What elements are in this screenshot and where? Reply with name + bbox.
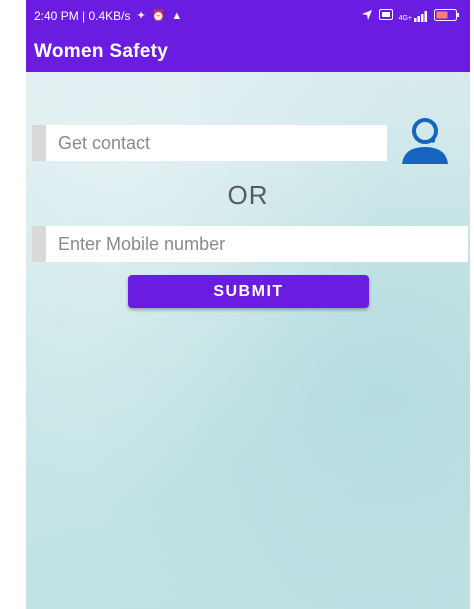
app-title: Women Safety — [34, 41, 169, 62]
sim-icon — [378, 9, 393, 23]
notification-icon: ▲ — [171, 9, 183, 22]
4g-signal-icon: 4G+ — [398, 10, 428, 22]
contact-person-icon[interactable] — [392, 116, 458, 164]
app-bar: Women Safety — [26, 32, 470, 72]
phone-screen: 2:40 PM | 0.4KB/s ✦ ⏰ ▲ 4G+ Women Safety — [26, 0, 470, 609]
network-label: 4G+ — [398, 14, 412, 22]
status-right: 4G+ — [361, 8, 460, 24]
get-contact-input[interactable] — [46, 131, 387, 155]
status-left: 2:40 PM | 0.4KB/s ✦ ⏰ ▲ — [34, 9, 182, 23]
main-content: OR SUBMIT — [26, 72, 470, 609]
status-bar: 2:40 PM | 0.4KB/s ✦ ⏰ ▲ 4G+ — [26, 0, 470, 32]
submit-button[interactable]: SUBMIT — [128, 275, 369, 308]
mobile-number-field[interactable] — [32, 226, 468, 262]
or-divider-text: OR — [227, 180, 269, 210]
get-contact-field[interactable] — [32, 125, 387, 161]
battery-icon — [434, 8, 460, 24]
location-icon — [361, 9, 373, 24]
mobile-number-input[interactable] — [46, 232, 468, 256]
alarm-icon: ⏰ — [151, 9, 166, 22]
status-time-speed: 2:40 PM | 0.4KB/s — [34, 9, 131, 23]
signal-app-icon: ✦ — [136, 9, 146, 22]
